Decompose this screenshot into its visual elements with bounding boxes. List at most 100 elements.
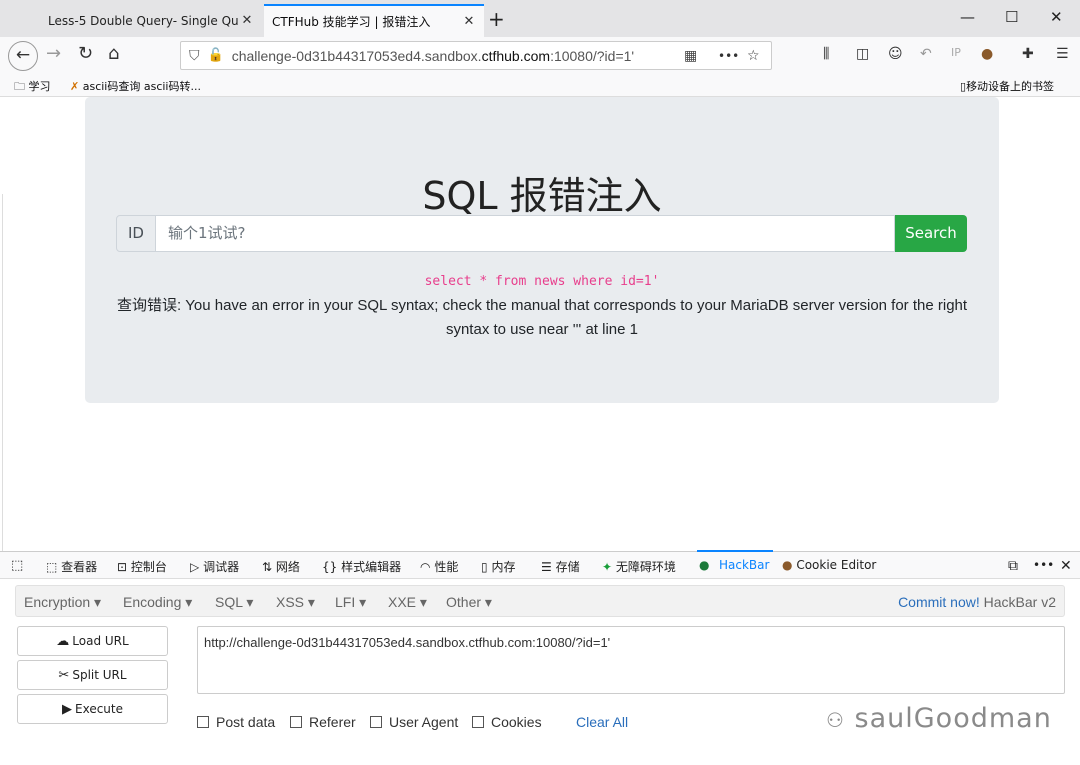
url-bar[interactable]: ⛉ 🔓 challenge-0d31b44317053ed4.sandbox.c… [180,41,772,70]
watermark: ⚇ saulGoodman [826,703,1052,734]
menu-sql[interactable]: SQL ▾ [215,594,253,611]
tab-memory[interactable]: ▯ 内存 [481,558,515,575]
error-message: 查询错误: You have an error in your SQL synt… [116,297,968,338]
forward-icon[interactable]: → [46,43,61,64]
tab-debugger[interactable]: ▷ 调试器 [190,558,239,575]
menu-icon[interactable]: ☰ [1056,46,1069,62]
scissors-icon: ✂ [58,668,70,683]
tab-label: 控制台 [130,560,167,574]
url-text[interactable]: challenge-0d31b44317053ed4.sandbox.ctfhu… [232,48,662,64]
navigation-toolbar: ← → ↻ ⌂ ⛉ 🔓 challenge-0d31b44317053ed4.s… [0,37,1080,73]
hackbar-icon: ● [699,558,710,572]
avatar-icon[interactable]: ☺ [888,46,903,62]
bookmark-folder-study[interactable]: 🗀 学习 [14,78,51,97]
menu-other[interactable]: Other ▾ [446,594,492,611]
wechat-icon: ⚇ [826,708,845,732]
search-button[interactable]: Search [895,215,967,252]
menu-encryption[interactable]: Encryption ▾ [24,594,101,611]
button-label: Load URL [72,634,129,648]
tab-network[interactable]: ⇅ 网络 [262,558,300,575]
page-content: SQL 报错注入 ID 输个1试试? Search select * from … [0,97,1080,646]
tab-style-editor[interactable]: {} 样式编辑器 [322,558,401,575]
tab-ctfhub[interactable]: CTFHub 技能学习 | 报错注入 ✕ [264,4,484,37]
maximize-button[interactable]: ☐ [1005,8,1018,26]
dock-icon[interactable]: ⧉ [1008,558,1018,574]
insecure-lock-icon[interactable]: 🔓 [208,48,224,63]
network-icon: ⇅ [262,560,273,574]
commit-area: Commit now! HackBar v2 [898,594,1056,610]
memory-icon: ▯ [481,560,488,574]
new-tab-button[interactable]: + [488,7,505,31]
picker-icon[interactable]: ⬚ [11,558,23,573]
menu-xxe[interactable]: XXE ▾ [388,594,427,611]
tab-hackbar[interactable]: ● HackBar [696,550,774,572]
reload-icon[interactable]: ↻ [78,43,93,64]
home-icon[interactable]: ⌂ [108,43,119,64]
qr-code-icon[interactable]: ▦ [684,48,697,64]
menu-encoding[interactable]: Encoding ▾ [123,594,192,611]
tab-label: 内存 [491,560,516,574]
tab-close-icon[interactable]: ✕ [462,14,476,29]
mobile-bookmarks-label: 移动设备上的书签 [966,80,1055,93]
checkbox-box [370,716,382,728]
devtools-toolbar: ⬚ ⬚ 查看器 ⊡ 控制台 ▷ 调试器 ⇅ 网络 {} 样式编辑器 ◠ 性能 ▯… [0,550,1080,579]
bookmark-star-icon[interactable]: ☆ [747,48,760,64]
hackbar-menu: Encryption ▾ Encoding ▾ SQL ▾ XSS ▾ LFI … [15,585,1065,617]
referer-checkbox[interactable]: Referer [290,714,356,730]
tab-strip: Less-5 Double Query- Single Qu ✕ CTFHub … [0,0,1080,37]
tab-console[interactable]: ⊡ 控制台 [117,558,167,575]
post-data-checkbox[interactable]: Post data [197,714,275,730]
tab-inspector[interactable]: ⬚ 查看器 [46,558,97,575]
extensions-icon[interactable]: ✚ [1022,46,1034,62]
watermark-text: saulGoodman [854,703,1052,734]
bookmark-ascii[interactable]: ✗ ascii码查询 ascii码转... [70,78,201,94]
close-window-button[interactable]: ✕ [1050,8,1063,26]
inspector-icon: ⬚ [46,560,58,574]
devtools-more-icon[interactable]: ••• [1033,558,1054,572]
tab-label: 调试器 [203,560,240,574]
hackbar-panel: Encryption ▾ Encoding ▾ SQL ▾ XSS ▾ LFI … [0,579,1080,765]
tab-cookie-editor[interactable]: ● Cookie Editor [782,558,876,572]
tab-label: 性能 [434,560,459,574]
tools-icon: ✗ [70,80,80,93]
clear-all-link[interactable]: Clear All [576,714,628,730]
cookies-checkbox[interactable]: Cookies [472,714,542,730]
tab-less5[interactable]: Less-5 Double Query- Single Qu ✕ [40,4,262,37]
checkbox-box [197,716,209,728]
debugger-icon: ▷ [190,560,200,574]
user-agent-checkbox[interactable]: User Agent [370,714,458,730]
menu-lfi[interactable]: LFI ▾ [335,594,366,611]
ip-icon[interactable]: IP [951,46,961,59]
split-url-button[interactable]: ✂ Split URL [17,660,168,690]
bookmark-label: ascii码查询 ascii码转... [82,80,201,93]
shield-icon[interactable]: ⛉ [189,48,200,64]
tab-accessibility[interactable]: ✦ 无障碍环境 [602,558,676,575]
cookie-icon[interactable]: ● [981,46,993,62]
tab-performance[interactable]: ◠ 性能 [420,558,458,575]
tab-label: HackBar [719,558,770,572]
jumbotron: SQL 报错注入 ID 输个1试试? Search select * from … [85,97,999,403]
execute-button[interactable]: ▶ Execute [17,694,168,724]
load-url-button[interactable]: ☁ Load URL [17,626,168,656]
undo-icon[interactable]: ↶ [920,46,932,62]
menu-xss[interactable]: XSS ▾ [276,594,315,611]
style-icon: {} [322,560,338,574]
mobile-bookmarks[interactable]: ▯移动设备上的书签 [960,78,1054,94]
play-icon: ▶ [62,702,72,717]
tab-label: 网络 [275,560,300,574]
id-input[interactable]: 输个1试试? [156,215,895,252]
minimize-button[interactable]: — [960,8,975,26]
page-actions-icon[interactable]: ••• [718,49,739,63]
hackbar-url-textarea[interactable]: http://challenge-0d31b44317053ed4.sandbo… [197,626,1065,694]
tab-label: 查看器 [61,560,98,574]
tab-close-icon[interactable]: ✕ [240,13,254,28]
page-title: SQL 报错注入 [422,174,662,218]
storage-icon: ☰ [541,560,552,574]
sidebar-icon[interactable]: ◫ [856,46,869,62]
commit-link[interactable]: Commit now! [898,594,980,610]
back-icon[interactable]: ← [8,41,38,71]
library-icon[interactable]: ⫼ [823,46,829,62]
tab-storage[interactable]: ☰ 存储 [541,558,580,575]
devtools-close-icon[interactable]: ✕ [1060,558,1072,574]
id-label: ID [116,215,156,252]
